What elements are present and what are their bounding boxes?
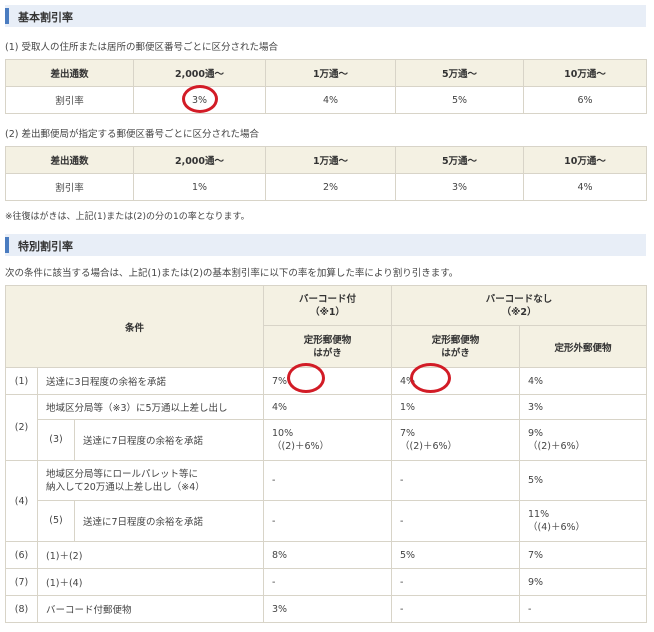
rate-cell: 3% <box>519 394 648 420</box>
rate-cell: 1% <box>391 394 521 420</box>
rate-cell: 8% <box>263 541 393 569</box>
row-condition: 地域区分局等にロールパレット等に 納入して20万通以上差し出し（※4） <box>36 460 265 501</box>
row-condition: (3) 送達に7日程度の余裕を承諾 <box>36 419 265 461</box>
row-condition: バーコード付郵便物 <box>36 595 265 623</box>
rate-cell: 4% <box>523 173 647 201</box>
rate-cell: 4% <box>265 86 396 114</box>
table-row: (4) 地域区分局等にロールパレット等に 納入して20万通以上差し出し（※4） -… <box>5 460 648 542</box>
rate-cell: 1% <box>133 173 266 201</box>
rate-cell: 4% <box>519 367 648 395</box>
rate-cell: 7% <box>519 541 648 569</box>
table-row: 割引率 1% 2% 3% 4% <box>5 173 647 201</box>
row-label: 割引率 <box>5 86 134 114</box>
row-label: 割引率 <box>5 173 134 201</box>
header-cell: 5万通～ <box>395 59 524 87</box>
rate-cell: 5% <box>391 541 521 569</box>
row-condition: 送達に3日程度の余裕を承諾 <box>36 367 265 395</box>
rate-cell: 11% （(4)＋6%） <box>519 500 648 542</box>
table-row: (7) (1)＋(4) - - 9% <box>5 568 648 596</box>
rate-cell: - <box>263 500 393 542</box>
section-accent-bar <box>5 8 9 24</box>
row-condition: (1)＋(2) <box>36 541 265 569</box>
header-cell: 10万通～ <box>523 146 647 174</box>
no-barcode-header: バーコードなし （※2） <box>391 285 648 326</box>
header-cell: 2,000通～ <box>133 146 266 174</box>
rate-cell: 10% （(2)＋6%） <box>263 419 393 461</box>
rate-cell: 7% （(2)＋6%） <box>391 419 521 461</box>
table-row: (6) (1)＋(2) 8% 5% 7% <box>5 541 648 569</box>
table-header-row: 条件 バーコード付 （※1） バーコードなし （※2） <box>4 285 648 368</box>
rate-cell: 4% <box>263 394 393 420</box>
basic-section-title: 基本割引率 <box>18 11 73 24</box>
basic-rate-table-1: 差出通数 2,000通～ 1万通～ 5万通～ 10万通～ 割引率 3% 4% 5… <box>5 59 647 114</box>
row-number: (3) <box>38 420 75 460</box>
rate-cell: - <box>519 595 648 623</box>
special-section-header: 特別割引率 <box>5 234 646 256</box>
rate-cell: 3% <box>263 595 393 623</box>
row-condition-text: 送達に7日程度の余裕を承諾 <box>83 517 204 528</box>
basic-section-header: 基本割引率 <box>5 5 646 27</box>
special-intro-text: 次の条件に該当する場合は、上記(1)または(2)の基本割引率に以下の率を加算した… <box>5 268 459 279</box>
header-cell: 5万通～ <box>395 146 524 174</box>
basic-case1-text: (1) 受取人の住所または居所の郵便区番号ごとに区分された場合 <box>5 42 278 53</box>
row-number: (1) <box>5 367 38 395</box>
rate-cell: - <box>391 460 521 501</box>
row-condition: (1)＋(4) <box>36 568 265 596</box>
basic-case2-text: (2) 差出郵便局が指定する郵便区番号ごとに区分された場合 <box>5 129 259 140</box>
rate-cell: 5% <box>395 86 524 114</box>
basic-rate-table-2: 差出通数 2,000通～ 1万通～ 5万通～ 10万通～ 割引率 1% 2% 3… <box>5 146 647 201</box>
rate-cell: 9% <box>519 568 648 596</box>
table-row: (2) 地域区分局等（※3）に5万通以上差し出し 4% 1% 3% <box>5 394 648 461</box>
table-row: (3) 送達に7日程度の余裕を承諾 10% （(2)＋6%） 7% （(2)＋6%）… <box>6 419 648 461</box>
table-row: (1) 送達に3日程度の余裕を承諾 7% 4% 4% <box>5 367 648 395</box>
header-cell: 差出通数 <box>5 146 134 174</box>
rate-cell: - <box>391 595 521 623</box>
special-rate-table: 条件 バーコード付 （※1） バーコードなし （※2） 定形郵便物 はがき 定形郵便物… <box>4 285 648 623</box>
highlight-circle <box>287 363 325 393</box>
rate-cell: 9% （(2)＋6%） <box>519 419 648 461</box>
row-condition: 地域区分局等（※3）に5万通以上差し出し <box>36 394 265 420</box>
row-number: (4) <box>5 460 38 542</box>
rate-cell: - <box>391 500 521 542</box>
row-condition: (5) 送達に7日程度の余裕を承諾 <box>36 500 265 542</box>
rate-cell: 3% <box>395 173 524 201</box>
row-number: (5) <box>38 501 75 541</box>
table-row: 割引率 3% 4% 5% 6% <box>5 86 647 114</box>
special-section-title: 特別割引率 <box>18 240 73 253</box>
header-cell: 1万通～ <box>265 59 396 87</box>
rate-cell: 7% <box>263 367 393 395</box>
header-cell: 差出通数 <box>5 59 134 87</box>
row-number: (7) <box>5 568 38 596</box>
header-cell: 2,000通～ <box>133 59 266 87</box>
row-number: (2) <box>5 394 38 461</box>
rate-cell: 5% <box>519 460 648 501</box>
rate-cell: 6% <box>523 86 647 114</box>
row-number: (6) <box>5 541 38 569</box>
rate-cell: - <box>263 460 393 501</box>
row-condition-text: 送達に7日程度の余裕を承諾 <box>83 436 204 447</box>
table-header-row: 差出通数 2,000通～ 1万通～ 5万通～ 10万通～ <box>5 59 647 87</box>
barcode-header: バーコード付 （※1） <box>263 285 393 326</box>
table-header-row: 差出通数 2,000通～ 1万通～ 5万通～ 10万通～ <box>5 146 647 174</box>
teikeigai-header: 定形外郵便物 <box>519 325 648 368</box>
basic-note: ※往復はがきは、上記(1)または(2)の分の1の率となります。 <box>5 212 250 222</box>
table-row: (8) バーコード付郵便物 3% - - <box>5 595 648 623</box>
table-row: (5) 送達に7日程度の余裕を承諾 - - 11% （(4)＋6%） <box>6 500 648 542</box>
rate-cell: - <box>391 568 521 596</box>
row-number: (8) <box>5 595 38 623</box>
highlight-circle <box>410 363 451 393</box>
header-cell: 10万通～ <box>523 59 647 87</box>
teikei-header: 定形郵便物 はがき <box>263 325 393 368</box>
rate-cell: 2% <box>265 173 396 201</box>
section-accent-bar <box>5 237 9 253</box>
teikei-header: 定形郵便物 はがき <box>391 325 521 368</box>
highlight-circle <box>182 85 218 113</box>
header-cell: 1万通～ <box>265 146 396 174</box>
condition-header: 条件 <box>4 285 265 368</box>
rate-cell: - <box>263 568 393 596</box>
